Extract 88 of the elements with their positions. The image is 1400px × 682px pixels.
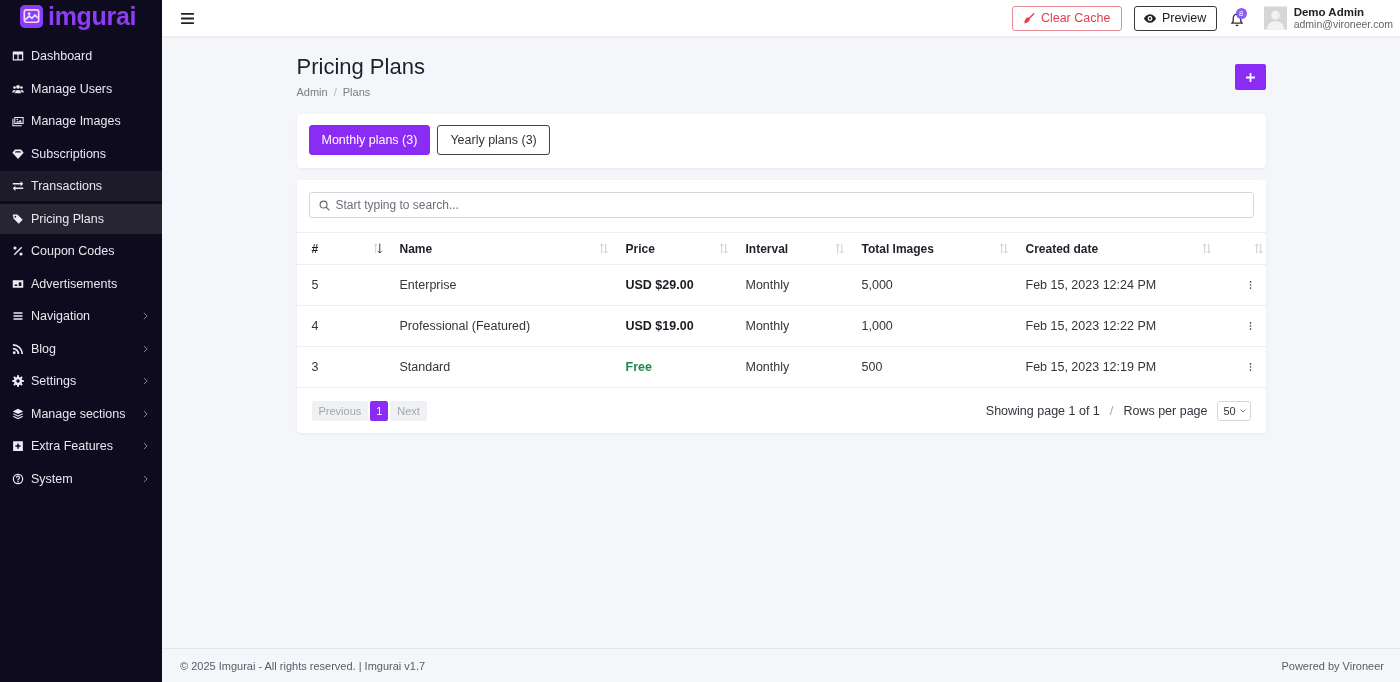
column-header[interactable]: Name (399, 241, 433, 256)
vertical-dots-icon[interactable] (1248, 281, 1252, 289)
column-header[interactable]: Price (625, 241, 655, 256)
rss-icon (12, 342, 24, 355)
copyright-text: © 2025 Imgurai - All rights reserved. | Imgurai v1.7 (180, 659, 426, 672)
plan-name: Professional (Featured) (399, 319, 531, 333)
menu-icon (12, 310, 24, 322)
sidebar-item[interactable]: Transactions (0, 171, 162, 201)
column-header[interactable]: Interval (745, 241, 789, 256)
sidebar-item[interactable]: Pricing Plans (0, 203, 162, 234)
plan-total-images: 500 (861, 360, 883, 374)
plan-tab[interactable]: Monthly plans (3) (308, 125, 431, 155)
plan-created-date: Feb 15, 2023 12:22 PM (1025, 319, 1157, 333)
separator: / (1109, 403, 1114, 418)
rows-per-page-label: Rows per page (1123, 403, 1208, 418)
column-header[interactable]: Total Images (861, 241, 934, 256)
clear-cache-button[interactable]: Clear Cache (1011, 5, 1122, 31)
chevron-right-icon (143, 377, 148, 385)
sort-arrows-icon[interactable] (372, 243, 382, 254)
plan-tab[interactable]: Yearly plans (3) (437, 125, 550, 155)
sidebar-item[interactable]: System (0, 463, 162, 494)
plan-interval: Monthly (745, 278, 790, 292)
column-header[interactable]: Created date (1025, 241, 1099, 256)
plan-interval: Monthly (745, 360, 790, 374)
chevron-right-icon (143, 344, 148, 353)
sidebar-item[interactable]: Dashboard (0, 41, 162, 71)
caret-icon (1239, 408, 1246, 413)
breadcrumb-item: Plans (342, 86, 371, 98)
page-button[interactable]: 1 (370, 400, 389, 421)
sidebar-item[interactable]: Manage Images (0, 106, 162, 136)
plan-price: USD $29.00 (625, 278, 694, 292)
question-icon (12, 472, 24, 485)
percent-icon (12, 245, 24, 257)
sidebar-item[interactable]: Extra Features (0, 431, 162, 461)
exchange-arrows-icon (12, 180, 24, 192)
sidebar-item[interactable]: Blog (0, 333, 162, 364)
preview-button[interactable]: Preview (1133, 5, 1217, 31)
vertical-dots-icon[interactable] (1248, 322, 1252, 330)
eye-icon (1143, 12, 1156, 24)
plan-total-images: 1,000 (861, 319, 893, 333)
chevron-right-icon (143, 312, 148, 320)
plan-created-date: Feb 15, 2023 12:19 PM (1025, 360, 1157, 374)
logo-text[interactable]: imgurai (48, 2, 137, 30)
plan-created-date: Feb 15, 2023 12:24 PM (1025, 278, 1157, 292)
plan-price: USD $19.00 (625, 319, 694, 333)
page-title: Pricing Plans (296, 54, 425, 80)
banner-icon (12, 277, 24, 290)
rows-per-page-select[interactable]: 50 (1216, 400, 1251, 421)
powered-by-text: Powered by Vironeer (1281, 659, 1384, 672)
plan-id: 3 (311, 360, 319, 374)
vertical-dots-icon[interactable] (1248, 363, 1252, 371)
gem-icon (12, 147, 24, 160)
gear-icon (12, 375, 24, 387)
broom-icon (1022, 12, 1035, 24)
page-summary: Showing page 1 of 1 (985, 403, 1100, 418)
search-field[interactable]: Start typing to search... (308, 192, 1254, 218)
user-email: admin@vironeer.com (1293, 18, 1393, 30)
breadcrumb-separator: / (333, 86, 337, 98)
add-button[interactable] (1234, 64, 1266, 90)
sidebar-item[interactable]: Manage sections (0, 398, 162, 429)
plan-total-images: 5,000 (861, 278, 893, 292)
plan-id: 5 (311, 278, 319, 292)
images-icon (12, 115, 24, 127)
chevron-right-icon (143, 409, 148, 418)
user-name[interactable]: Demo Admin (1293, 6, 1393, 18)
menu-icon[interactable] (181, 12, 194, 24)
logo-icon[interactable] (20, 4, 43, 28)
plan-id: 4 (311, 319, 319, 333)
columns-layout-icon (12, 50, 24, 62)
plan-interval: Monthly (745, 319, 790, 333)
plus-icon (1245, 72, 1255, 82)
search-icon (318, 199, 330, 211)
sidebar-item[interactable]: Navigation (0, 301, 162, 331)
users-icon (12, 82, 24, 95)
tag-icon (12, 212, 24, 225)
plan-name: Standard (399, 360, 451, 374)
sidebar-item[interactable]: Settings (0, 366, 162, 396)
column-header[interactable]: # (311, 241, 319, 256)
plan-name: Enterprise (399, 278, 457, 292)
sidebar-item[interactable]: Coupon Codes (0, 236, 162, 266)
sidebar-item[interactable]: Subscriptions (0, 138, 162, 169)
layers-icon (12, 407, 24, 420)
breadcrumb-item[interactable]: Admin (296, 86, 328, 98)
chevron-right-icon (143, 474, 148, 483)
sidebar-item[interactable]: Advertisements (0, 268, 162, 299)
chevron-right-icon (143, 442, 148, 450)
plan-price: Free (625, 360, 652, 374)
sidebar-item[interactable]: Manage Users (0, 73, 162, 104)
